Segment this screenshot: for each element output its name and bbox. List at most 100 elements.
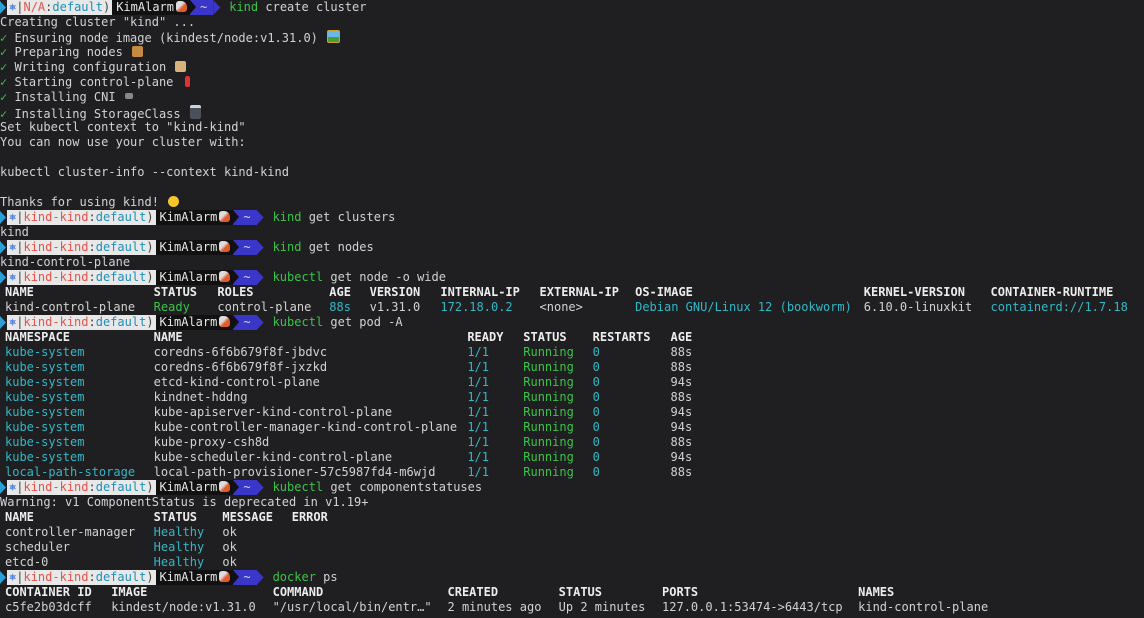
column-header: NAME	[153, 330, 183, 344]
column-header: NAME	[5, 285, 34, 299]
column-header: STATUS	[558, 585, 602, 599]
command-args: ps	[315, 570, 338, 584]
cluster-name: kind-kind	[23, 315, 89, 329]
table-cell: 0	[592, 345, 600, 359]
column-header: MESSAGE	[222, 510, 273, 524]
floppy-disk-icon	[189, 105, 201, 119]
table-cell: 88s	[670, 345, 693, 359]
kube-context-segment: ⎈|kind-kind:default)	[7, 570, 156, 585]
output-text: Writing configuration	[7, 60, 167, 74]
table-cell: kube-controller-manager-kind-control-pla…	[153, 420, 458, 434]
table-cell: 1/1	[467, 450, 489, 464]
cluster-name: N/A	[23, 0, 46, 14]
prompt-arrow-icon	[0, 1, 6, 14]
command-name: kind	[272, 210, 302, 224]
output-line: kind-control-plane	[0, 255, 1144, 270]
column-header: INTERNAL-IP	[440, 285, 520, 299]
column-header: EXTERNAL-IP	[539, 285, 620, 299]
namespace-name: default	[95, 315, 147, 329]
prompt-line: ⎈|kind-kind:default) KimAlarm ~ kind get no…	[0, 240, 1144, 255]
table-cell: 94s	[670, 450, 693, 464]
table-cell: 88s	[670, 465, 693, 479]
table-cell: 94s	[670, 375, 693, 389]
warning-text: Warning: v1 ComponentStatus is deprecate…	[0, 495, 369, 509]
command-text[interactable]: kind get nodes	[273, 240, 374, 255]
table-cell: kube-system	[5, 375, 85, 389]
table-cell: Running	[523, 390, 574, 404]
user-segment: KimAlarm	[155, 315, 234, 330]
directory-segment: ~	[233, 270, 257, 285]
table-cell: kube-proxy-csh8d	[153, 435, 270, 449]
picture-icon	[327, 30, 341, 43]
directory-segment: ~	[233, 240, 257, 255]
output-text: Preparing nodes	[7, 45, 123, 59]
table-row: scheduler Healthy ok	[0, 540, 1144, 555]
table-cell: kube-system	[5, 360, 85, 374]
column-header: STATUS	[153, 285, 198, 299]
command-text[interactable]: kubectl get pod -A	[273, 315, 403, 330]
table-cell: 94s	[670, 405, 693, 419]
command-name: kind	[229, 0, 259, 14]
table-cell: Healthy	[153, 525, 205, 539]
cluster-name: kind-kind	[23, 570, 89, 584]
user-name: KimAlarm	[159, 270, 218, 284]
table-row: kube-system kube-proxy-csh8d 1/1 Running 0 88…	[0, 435, 1144, 450]
terminal-window[interactable]: ⎈|N/A:default) KimAlarm ~ kind create clust…	[0, 0, 1144, 618]
table-header-row: NAME STATUS ROLES AGE VERSION INTERNAL-IP EXTE…	[0, 285, 1144, 300]
column-header: STATUS	[523, 330, 567, 344]
output-text: Installing CNI	[7, 90, 116, 104]
prompt-tail-icon	[213, 0, 221, 15]
rocket-icon	[219, 211, 231, 222]
directory-segment: ~	[190, 0, 214, 15]
command-text[interactable]: kubectl get node -o wide	[273, 270, 446, 285]
table-row: kube-system coredns-6f6b679f8f-jxzkd 1/1 Ru…	[0, 360, 1144, 375]
table-cell: kube-system	[5, 405, 85, 419]
column-header: OS-IMAGE	[635, 285, 693, 299]
table-cell: 1/1	[467, 375, 489, 389]
table-cell: 88s	[329, 300, 351, 314]
kube-context-segment: ⎈|kind-kind:default)	[7, 210, 156, 225]
cluster-name: kind-kind	[23, 210, 89, 224]
table-row: c5fe2b03dcff kindest/node:v1.31.0 "/usr/lo…	[0, 600, 1144, 615]
table-cell: Running	[523, 375, 574, 389]
command-args: get clusters	[301, 210, 396, 224]
table-cell: kind-control-plane	[858, 600, 989, 614]
rocket-icon	[219, 481, 231, 492]
current-directory: ~	[243, 270, 251, 284]
output-line: ✓ Ensuring node image (kindest/node:v1.3…	[0, 30, 1144, 45]
context-colon: :	[88, 210, 96, 224]
command-args: create cluster	[258, 0, 367, 14]
command-name: kubectl	[272, 315, 324, 329]
prompt-line: ⎈|kind-kind:default) KimAlarm ~ docker ps	[0, 570, 1144, 585]
table-cell: Ready	[153, 300, 190, 314]
command-text[interactable]: kubectl get componentstatuses	[273, 480, 483, 495]
context-colon: :	[88, 315, 96, 329]
table-cell: ok	[222, 555, 237, 569]
command-args: get nodes	[301, 240, 374, 254]
table-cell: control-plane	[217, 300, 312, 314]
table-cell: 0	[592, 450, 600, 464]
table-cell: etcd-kind-control-plane	[153, 375, 320, 389]
command-text[interactable]: docker ps	[273, 570, 338, 585]
namespace-name: default	[95, 240, 147, 254]
table-cell: kube-system	[5, 420, 85, 434]
table-cell: Running	[523, 465, 574, 479]
command-name: kubectl	[272, 270, 324, 284]
output-text: kubectl cluster-info --context kind-kind	[0, 165, 289, 179]
table-cell: kube-system	[5, 390, 85, 404]
table-cell: Running	[523, 435, 574, 449]
column-header: VERSION	[369, 285, 421, 299]
table-cell: 88s	[670, 435, 693, 449]
command-text[interactable]: kind create cluster	[229, 0, 366, 15]
column-header: NAMES	[858, 585, 895, 599]
kube-context-segment: ⎈|kind-kind:default)	[7, 270, 156, 285]
table-cell: 0	[592, 435, 600, 449]
table-cell: Debian GNU/Linux 12 (bookworm)	[635, 300, 852, 314]
command-text[interactable]: kind get clusters	[273, 210, 396, 225]
command-name: kubectl	[272, 480, 324, 494]
current-directory: ~	[243, 480, 251, 494]
table-cell: 88s	[670, 390, 693, 404]
user-name: KimAlarm	[159, 570, 218, 584]
